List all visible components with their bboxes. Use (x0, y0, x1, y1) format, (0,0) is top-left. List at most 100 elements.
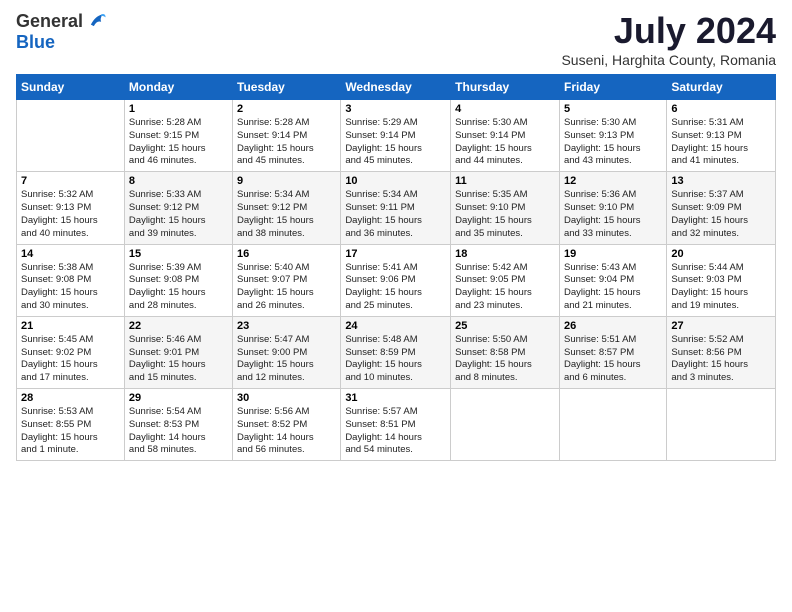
day-info: Sunrise: 5:41 AM Sunset: 9:06 PM Dayligh… (345, 262, 446, 313)
day-info: Sunrise: 5:45 AM Sunset: 9:02 PM Dayligh… (21, 334, 120, 385)
calendar-header-tuesday: Tuesday (233, 75, 341, 100)
calendar-cell: 15 Sunrise: 5:39 AM Sunset: 9:08 PM Dayli… (124, 244, 232, 316)
logo-general-text: General (16, 11, 83, 32)
calendar-cell: 9Sunrise: 5:34 AM Sunset: 9:12 PM Daylig… (233, 172, 341, 244)
page: General Blue July 2024 Suseni, Harghita … (0, 0, 792, 612)
day-number: 26 (564, 320, 662, 332)
day-number: 24 (345, 320, 446, 332)
calendar-cell: 30 Sunrise: 5:56 AM Sunset: 8:52 PM Dayli… (233, 389, 341, 461)
day-number: 20 (671, 248, 771, 260)
calendar-cell: 23Sunrise: 5:47 AM Sunset: 9:00 PM Dayli… (233, 316, 341, 388)
day-info: Sunrise: 5:57 AM Sunset: 8:51 PM Dayligh… (345, 406, 446, 457)
day-info: Sunrise: 5:51 AM Sunset: 8:57 PM Dayligh… (564, 334, 662, 385)
calendar-cell: 11 Sunrise: 5:35 AM Sunset: 9:10 PM Dayli… (451, 172, 560, 244)
day-number: 21 (21, 320, 120, 332)
logo-blue-text: Blue (16, 32, 55, 53)
calendar-cell: 8 Sunrise: 5:33 AM Sunset: 9:12 PM Daylig… (124, 172, 232, 244)
day-info: Sunrise: 5:30 AM Sunset: 9:13 PM Dayligh… (564, 117, 662, 168)
day-info: Sunrise: 5:30 AM Sunset: 9:14 PM Dayligh… (455, 117, 555, 168)
calendar-cell: 24 Sunrise: 5:48 AM Sunset: 8:59 PM Dayli… (341, 316, 451, 388)
day-number: 10 (345, 175, 446, 187)
day-number: 28 (21, 392, 120, 404)
day-info: Sunrise: 5:33 AM Sunset: 9:12 PM Dayligh… (129, 189, 228, 240)
day-number: 13 (671, 175, 771, 187)
calendar-cell: 16Sunrise: 5:40 AM Sunset: 9:07 PM Dayli… (233, 244, 341, 316)
calendar-cell: 6 Sunrise: 5:31 AM Sunset: 9:13 PM Daylig… (667, 100, 776, 172)
day-number: 29 (129, 392, 228, 404)
day-info: Sunrise: 5:34 AM Sunset: 9:11 PM Dayligh… (345, 189, 446, 240)
day-info: Sunrise: 5:42 AM Sunset: 9:05 PM Dayligh… (455, 262, 555, 313)
day-number: 1 (129, 103, 228, 115)
location: Suseni, Harghita County, Romania (561, 52, 776, 68)
day-number: 17 (345, 248, 446, 260)
day-info: Sunrise: 5:46 AM Sunset: 9:01 PM Dayligh… (129, 334, 228, 385)
calendar-cell: 28Sunrise: 5:53 AM Sunset: 8:55 PM Dayli… (17, 389, 125, 461)
day-info: Sunrise: 5:32 AM Sunset: 9:13 PM Dayligh… (21, 189, 120, 240)
day-number: 19 (564, 248, 662, 260)
calendar-cell: 19Sunrise: 5:43 AM Sunset: 9:04 PM Dayli… (559, 244, 666, 316)
calendar-week-1: 7 Sunrise: 5:32 AM Sunset: 9:13 PM Daylig… (17, 172, 776, 244)
calendar-cell: 27 Sunrise: 5:52 AM Sunset: 8:56 PM Dayli… (667, 316, 776, 388)
calendar-header-wednesday: Wednesday (341, 75, 451, 100)
day-number: 14 (21, 248, 120, 260)
day-info: Sunrise: 5:44 AM Sunset: 9:03 PM Dayligh… (671, 262, 771, 313)
calendar-cell (451, 389, 560, 461)
calendar-cell: 12Sunrise: 5:36 AM Sunset: 9:10 PM Dayli… (559, 172, 666, 244)
day-number: 9 (237, 175, 336, 187)
calendar-table: SundayMondayTuesdayWednesdayThursdayFrid… (16, 74, 776, 461)
day-number: 15 (129, 248, 228, 260)
calendar-cell: 1 Sunrise: 5:28 AM Sunset: 9:15 PM Daylig… (124, 100, 232, 172)
calendar-cell: 25 Sunrise: 5:50 AM Sunset: 8:58 PM Dayli… (451, 316, 560, 388)
day-number: 7 (21, 175, 120, 187)
day-info: Sunrise: 5:37 AM Sunset: 9:09 PM Dayligh… (671, 189, 771, 240)
day-info: Sunrise: 5:56 AM Sunset: 8:52 PM Dayligh… (237, 406, 336, 457)
day-number: 18 (455, 248, 555, 260)
calendar-week-3: 21 Sunrise: 5:45 AM Sunset: 9:02 PM Dayli… (17, 316, 776, 388)
day-number: 5 (564, 103, 662, 115)
day-info: Sunrise: 5:52 AM Sunset: 8:56 PM Dayligh… (671, 334, 771, 385)
calendar-cell: 21 Sunrise: 5:45 AM Sunset: 9:02 PM Dayli… (17, 316, 125, 388)
calendar-cell: 4Sunrise: 5:30 AM Sunset: 9:14 PM Daylig… (451, 100, 560, 172)
day-number: 27 (671, 320, 771, 332)
day-number: 23 (237, 320, 336, 332)
logo-bird-icon (85, 10, 107, 32)
day-info: Sunrise: 5:50 AM Sunset: 8:58 PM Dayligh… (455, 334, 555, 385)
day-info: Sunrise: 5:36 AM Sunset: 9:10 PM Dayligh… (564, 189, 662, 240)
day-info: Sunrise: 5:28 AM Sunset: 9:15 PM Dayligh… (129, 117, 228, 168)
day-number: 3 (345, 103, 446, 115)
day-number: 25 (455, 320, 555, 332)
calendar-header-thursday: Thursday (451, 75, 560, 100)
calendar-cell: 7 Sunrise: 5:32 AM Sunset: 9:13 PM Daylig… (17, 172, 125, 244)
calendar-week-4: 28Sunrise: 5:53 AM Sunset: 8:55 PM Dayli… (17, 389, 776, 461)
calendar-cell: 5 Sunrise: 5:30 AM Sunset: 9:13 PM Daylig… (559, 100, 666, 172)
title-area: July 2024 Suseni, Harghita County, Roman… (561, 10, 776, 68)
day-info: Sunrise: 5:31 AM Sunset: 9:13 PM Dayligh… (671, 117, 771, 168)
day-number: 11 (455, 175, 555, 187)
calendar-cell: 13 Sunrise: 5:37 AM Sunset: 9:09 PM Dayli… (667, 172, 776, 244)
calendar-cell: 2Sunrise: 5:28 AM Sunset: 9:14 PM Daylig… (233, 100, 341, 172)
day-number: 30 (237, 392, 336, 404)
calendar-cell (559, 389, 666, 461)
calendar-cell: 31Sunrise: 5:57 AM Sunset: 8:51 PM Dayli… (341, 389, 451, 461)
day-number: 8 (129, 175, 228, 187)
day-number: 6 (671, 103, 771, 115)
calendar-cell: 14 Sunrise: 5:38 AM Sunset: 9:08 PM Dayli… (17, 244, 125, 316)
calendar-cell (17, 100, 125, 172)
month-title: July 2024 (561, 10, 776, 52)
day-info: Sunrise: 5:54 AM Sunset: 8:53 PM Dayligh… (129, 406, 228, 457)
day-info: Sunrise: 5:48 AM Sunset: 8:59 PM Dayligh… (345, 334, 446, 385)
day-info: Sunrise: 5:39 AM Sunset: 9:08 PM Dayligh… (129, 262, 228, 313)
calendar-header-row: SundayMondayTuesdayWednesdayThursdayFrid… (17, 75, 776, 100)
calendar-week-2: 14 Sunrise: 5:38 AM Sunset: 9:08 PM Dayli… (17, 244, 776, 316)
calendar-cell: 18 Sunrise: 5:42 AM Sunset: 9:05 PM Dayli… (451, 244, 560, 316)
day-info: Sunrise: 5:28 AM Sunset: 9:14 PM Dayligh… (237, 117, 336, 168)
logo: General Blue (16, 10, 107, 53)
day-info: Sunrise: 5:35 AM Sunset: 9:10 PM Dayligh… (455, 189, 555, 240)
day-info: Sunrise: 5:38 AM Sunset: 9:08 PM Dayligh… (21, 262, 120, 313)
calendar-week-0: 1 Sunrise: 5:28 AM Sunset: 9:15 PM Daylig… (17, 100, 776, 172)
calendar-header-sunday: Sunday (17, 75, 125, 100)
header: General Blue July 2024 Suseni, Harghita … (16, 10, 776, 68)
calendar-cell: 29 Sunrise: 5:54 AM Sunset: 8:53 PM Dayli… (124, 389, 232, 461)
day-number: 22 (129, 320, 228, 332)
day-info: Sunrise: 5:40 AM Sunset: 9:07 PM Dayligh… (237, 262, 336, 313)
